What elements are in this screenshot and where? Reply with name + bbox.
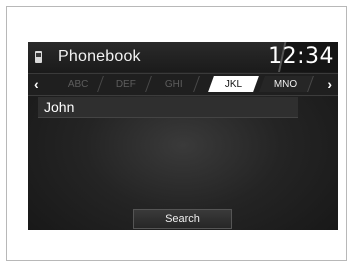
page-title: Phonebook — [58, 48, 141, 65]
chevron-right-icon[interactable]: › — [327, 76, 332, 92]
tab-label: DEF — [116, 78, 136, 90]
tab-label: ABC — [67, 78, 89, 90]
tab-def[interactable]: DEF — [101, 76, 152, 92]
chevron-left-icon[interactable]: ‹ — [34, 76, 39, 92]
alphabet-tab-row: ‹ ABC DEF GHI JKL MNO › — [28, 73, 338, 96]
tab-jkl[interactable]: JKL — [208, 76, 259, 92]
header-bar: Phonebook 12:34 — [28, 42, 338, 72]
tab-abc[interactable]: ABC — [53, 76, 104, 92]
clock-time: 12:34 — [268, 44, 334, 69]
contact-name: John — [44, 99, 75, 115]
display-screen: Phonebook 12:34 ‹ ABC DEF GHI JKL MNO › … — [28, 42, 338, 230]
tab-ghi[interactable]: GHI — [149, 76, 200, 92]
tab-label: GHI — [165, 78, 183, 90]
phone-icon — [35, 51, 42, 63]
tab-mno[interactable]: MNO — [259, 76, 314, 92]
search-button[interactable]: Search — [133, 209, 232, 229]
tab-label: MNO — [274, 78, 298, 90]
contact-list-item[interactable]: John — [38, 97, 298, 118]
tab-label: JKL — [224, 78, 243, 90]
